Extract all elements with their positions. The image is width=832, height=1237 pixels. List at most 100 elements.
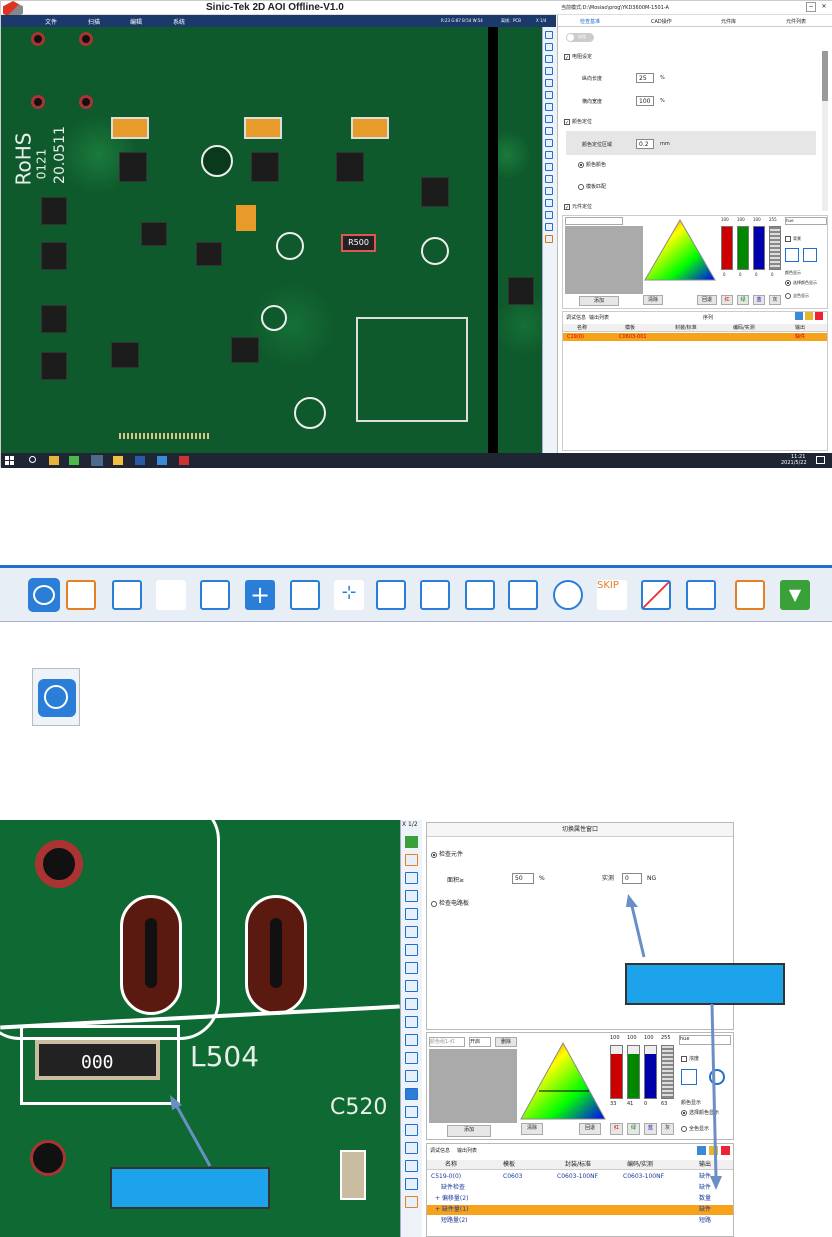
play-icon[interactable] (405, 836, 418, 848)
blue-bar[interactable] (753, 226, 765, 270)
toolbar2-icon-14[interactable] (405, 1088, 418, 1100)
toolbar-icon-10[interactable] (545, 139, 553, 147)
toolbar-icon-16[interactable] (545, 211, 553, 219)
toolbar2-icon-7[interactable] (405, 962, 418, 974)
clear-button-2[interactable]: 清除 (521, 1123, 543, 1135)
toolbar2-icon-4[interactable] (405, 908, 418, 920)
add-icon[interactable]: + (245, 580, 275, 610)
toolbar-icon-15[interactable] (545, 199, 553, 207)
toolbar-icon-1[interactable] (545, 31, 553, 39)
notification-icon[interactable] (816, 456, 825, 464)
gray-button[interactable]: 灰 (769, 295, 781, 305)
blue-button[interactable]: 蓝 (753, 295, 765, 305)
toolbar2-icon-16[interactable] (405, 1124, 418, 1136)
gray-bar-2[interactable] (661, 1045, 674, 1099)
taskbar-app-6[interactable] (157, 456, 167, 465)
taskbar-app-5[interactable] (135, 456, 145, 465)
tab-debug-2[interactable]: 调试信息 (430, 1147, 450, 1154)
toolbar-icon-12[interactable] (545, 163, 553, 171)
toolbar2-icon-19[interactable] (405, 1178, 418, 1190)
eraser-icon[interactable] (803, 248, 817, 262)
toolbar-icon-14[interactable] (545, 187, 553, 195)
toolbar2-icon-8[interactable] (405, 980, 418, 992)
resistor-checkbox[interactable]: ✓ (564, 53, 570, 61)
search-icon[interactable] (29, 456, 36, 463)
gray-button-2[interactable]: 灰 (661, 1123, 674, 1135)
tab-cad[interactable]: CAD操作 (651, 18, 672, 25)
toolbar-icon-6[interactable] (545, 91, 553, 99)
template-radio[interactable] (578, 183, 584, 190)
toolbar2-icon-11[interactable] (405, 1034, 418, 1046)
gray-bar[interactable] (769, 226, 781, 270)
menu-file[interactable]: 文件 (45, 17, 57, 26)
skip-icon[interactable]: SKIP (597, 580, 627, 610)
toolbar-icon-4[interactable] (545, 67, 553, 75)
length-input[interactable]: 25 (636, 73, 654, 83)
table-row[interactable]: C19(0) C0603-001 缺件 (563, 333, 827, 341)
tab-library[interactable]: 元件库 (721, 18, 736, 25)
red-button[interactable]: 红 (721, 295, 733, 305)
area-input[interactable]: 0.2 (636, 139, 654, 149)
component-icon[interactable] (420, 580, 450, 610)
toolbar2-icon-18[interactable] (405, 1160, 418, 1172)
hue-triangle[interactable] (643, 218, 717, 282)
target-icon[interactable] (553, 580, 583, 610)
add-button-2[interactable]: 添加 (447, 1125, 491, 1137)
color-radio[interactable] (578, 161, 584, 168)
mode-select[interactable]: hue (785, 217, 827, 225)
toggle-switch[interactable]: 启用 (566, 33, 594, 42)
toolbar2-icon-10[interactable] (405, 1016, 418, 1028)
taskbar-app-1[interactable] (49, 456, 59, 465)
open-select[interactable]: 开启 (469, 1037, 491, 1047)
copy-add-icon[interactable] (376, 580, 406, 610)
color-group-select[interactable] (565, 217, 623, 225)
split-panel-icon[interactable] (290, 580, 320, 610)
rotate-icon[interactable] (508, 580, 538, 610)
test-icon[interactable] (28, 578, 60, 612)
scrollbar[interactable] (822, 51, 828, 211)
toolbar-icon-2[interactable] (545, 43, 553, 51)
slash-icon[interactable] (641, 580, 671, 610)
delete-icon[interactable] (545, 235, 553, 243)
crosshair-icon[interactable]: ⊹ (334, 580, 364, 610)
toolbar2-icon-5[interactable] (405, 926, 418, 938)
toolbar-icon-8[interactable] (545, 115, 553, 123)
toolbar2-icon-3[interactable] (405, 890, 418, 902)
back-button[interactable]: 回退 (697, 295, 717, 305)
grid-icon[interactable] (112, 580, 142, 610)
frame-icon[interactable] (686, 580, 716, 610)
color-group-select-2[interactable]: 颜色组1-红 (429, 1037, 465, 1047)
clear-button[interactable]: 清除 (643, 295, 663, 305)
menu-edit[interactable]: 编辑 (130, 17, 142, 26)
tab-debug[interactable]: 调试信息 (566, 314, 586, 321)
tab-component-list[interactable]: 元件列表 (786, 18, 806, 25)
toolbar-icon-7[interactable] (545, 103, 553, 111)
delete-icon-2[interactable] (405, 1196, 418, 1208)
toolbar2-icon-6[interactable] (405, 944, 418, 956)
toolbar2-icon-1[interactable] (405, 854, 418, 866)
table-row[interactable]: + 缺件量(1) 缺件 (427, 1205, 733, 1215)
color-position-checkbox[interactable]: ✓ (564, 118, 570, 126)
toolbar-icon-3[interactable] (545, 55, 553, 63)
red-button-2[interactable]: 红 (610, 1123, 623, 1135)
tab-output[interactable]: 输出列表 (589, 314, 609, 321)
red-bar-2[interactable] (610, 1045, 623, 1099)
toolbar-icon-17[interactable] (545, 223, 553, 231)
image-tag-icon[interactable] (200, 580, 230, 610)
close-button[interactable]: ✕ (819, 2, 829, 12)
green-bar[interactable] (737, 226, 749, 270)
eyedropper-icon[interactable] (785, 248, 799, 262)
minimize-button[interactable]: − (806, 2, 816, 12)
menu-scan[interactable]: 扫描 (88, 17, 100, 26)
table-row[interactable]: 短路量(2) 短路 (427, 1216, 733, 1226)
menu-system[interactable]: 系统 (173, 17, 185, 26)
delete-button[interactable]: 删除 (495, 1037, 517, 1047)
toolbar2-icon-13[interactable] (405, 1070, 418, 1082)
toolbar-icon-11[interactable] (545, 151, 553, 159)
toolbar2-icon-2[interactable] (405, 872, 418, 884)
red-bar[interactable] (721, 226, 733, 270)
toolbar2-icon-15[interactable] (405, 1106, 418, 1118)
hourglass-icon[interactable] (156, 580, 186, 610)
hue-triangle-2[interactable] (519, 1041, 607, 1121)
blue-bar-2[interactable] (644, 1045, 657, 1099)
